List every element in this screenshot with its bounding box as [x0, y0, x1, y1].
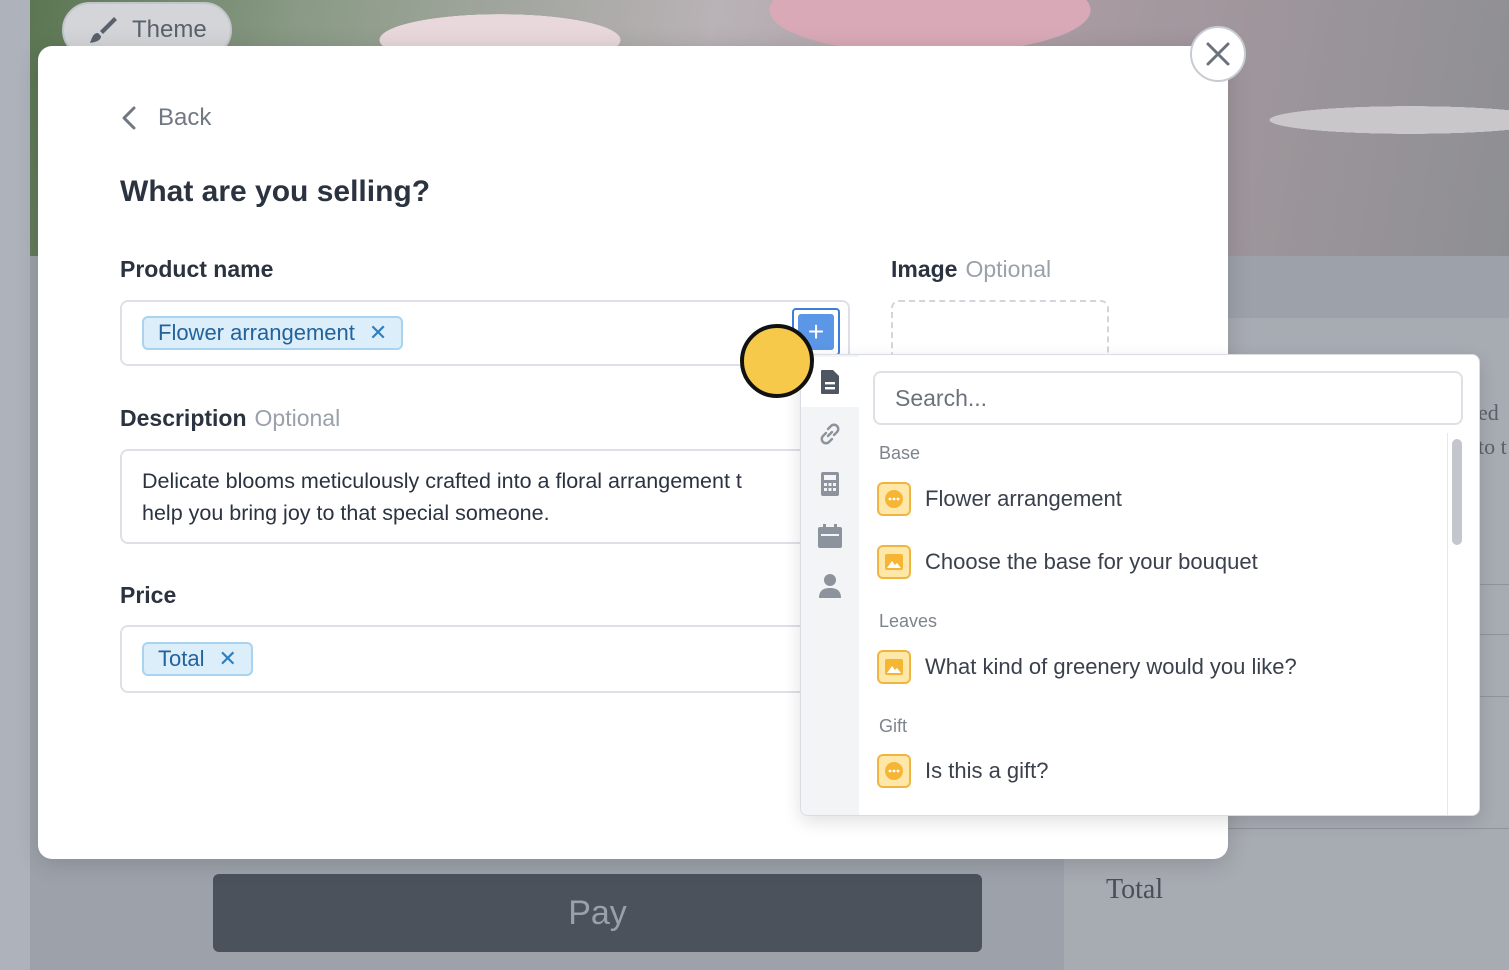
product-name-chip: Flower arrangement ✕	[142, 316, 404, 350]
back-link[interactable]: Back	[120, 104, 211, 132]
chip-remove-icon[interactable]: ✕	[218, 646, 236, 672]
cursor-indicator	[740, 324, 814, 398]
document-icon	[821, 370, 839, 394]
image-label: Image Optional	[891, 256, 1052, 282]
brush-icon	[90, 17, 117, 43]
option-label: Choose the base for your bouquet	[925, 549, 1258, 574]
group-label-gift: Gift	[879, 716, 908, 736]
background-text-snippet: to t	[1478, 434, 1507, 459]
description-label: Description Optional	[120, 405, 341, 431]
theme-button-label: Theme	[132, 16, 207, 43]
option-label: What kind of greenery would you like?	[925, 654, 1297, 679]
choice-icon	[877, 482, 911, 516]
category-dates[interactable]	[801, 511, 859, 561]
chip-label: Flower arrangement	[158, 320, 355, 345]
category-links[interactable]	[801, 409, 859, 459]
group-label-leaves: Leaves	[879, 611, 938, 631]
back-label: Back	[158, 104, 212, 131]
image-upload-area[interactable]	[891, 300, 1109, 360]
calculator-icon	[821, 472, 839, 496]
summary-total-label: Total	[1106, 874, 1164, 905]
variable-picker-dropdown: Base Flower arrangement Choose the base …	[800, 354, 1480, 816]
description-text: Delicate blooms meticulously crafted int…	[142, 469, 742, 525]
chevron-left-icon	[122, 106, 136, 130]
price-label: Price	[120, 582, 177, 608]
option-label: Is this a gift?	[925, 758, 1049, 783]
option-is-gift[interactable]: Is this a gift?	[877, 754, 1049, 788]
price-field[interactable]: Total ✕	[120, 625, 850, 693]
page-background-left	[0, 0, 30, 970]
choice-icon	[877, 754, 911, 788]
option-label: Flower arrangement	[925, 486, 1122, 511]
close-button[interactable]	[1190, 26, 1246, 82]
category-contact[interactable]	[801, 561, 859, 611]
category-rail	[801, 355, 859, 815]
dropdown-scrollbar[interactable]	[1447, 433, 1463, 815]
option-flower-arrangement[interactable]: Flower arrangement	[877, 482, 1122, 516]
description-field[interactable]: Delicate blooms meticulously crafted int…	[120, 449, 850, 544]
person-icon	[819, 574, 841, 598]
optional-tag: Optional	[965, 256, 1052, 282]
image-icon	[877, 650, 911, 684]
product-name-label: Product name	[120, 256, 274, 282]
option-choose-base[interactable]: Choose the base for your bouquet	[877, 545, 1258, 579]
chip-label: Total	[158, 646, 205, 671]
variable-search-input[interactable]	[873, 371, 1463, 425]
group-label-base: Base	[879, 443, 921, 463]
chip-remove-icon[interactable]: ✕	[369, 320, 387, 346]
price-chip: Total ✕	[142, 642, 253, 676]
background-text-snippet: ed	[1478, 400, 1499, 425]
link-icon	[820, 423, 840, 445]
category-calculations[interactable]	[801, 459, 859, 509]
scrollbar-thumb[interactable]	[1452, 439, 1462, 545]
calendar-icon	[818, 524, 842, 548]
image-icon	[877, 545, 911, 579]
page-title: What are you selling?	[120, 175, 431, 208]
optional-tag: Optional	[254, 405, 341, 431]
option-greenery[interactable]: What kind of greenery would you like?	[877, 650, 1297, 684]
pay-button[interactable]: Pay	[213, 874, 982, 952]
close-icon	[1206, 42, 1230, 66]
